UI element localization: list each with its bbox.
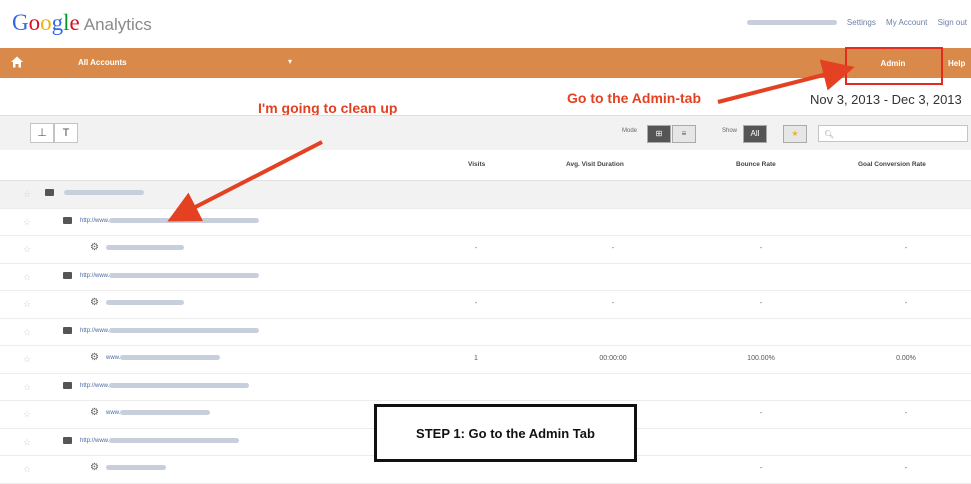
annotation-arrows <box>167 59 855 222</box>
admin-arrow <box>717 59 855 104</box>
cleanup-arrow <box>167 140 323 222</box>
